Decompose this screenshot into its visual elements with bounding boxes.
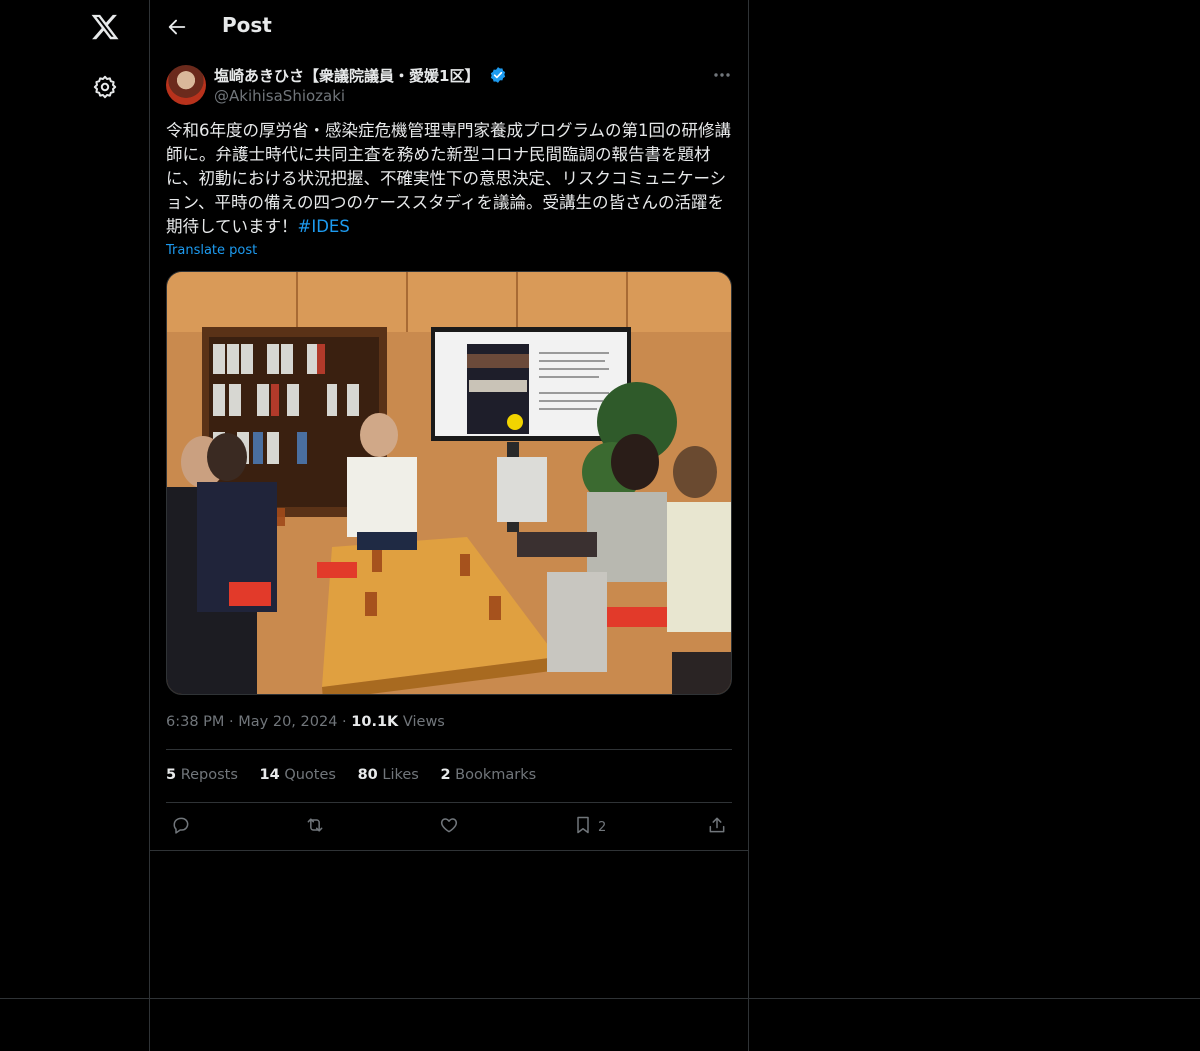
post-text: 令和6年度の厚労省・感染症危機管理専門家養成プログラムの第1回の研修講師に。弁護… <box>166 119 732 239</box>
bookmark-count: 2 <box>598 820 607 835</box>
like-icon <box>440 818 458 833</box>
main-column-right-border <box>748 0 749 1051</box>
post-image[interactable] <box>166 271 732 695</box>
page-title: Post <box>222 13 272 37</box>
reply-button[interactable] <box>171 815 191 837</box>
footer-divider <box>0 998 1200 999</box>
reposts-stat[interactable]: 5 Reposts <box>166 767 238 783</box>
meeting-room-photo <box>167 272 731 694</box>
actions-bottom-divider <box>149 850 749 851</box>
bookmark-icon <box>577 816 589 834</box>
bookmark-button[interactable] <box>573 815 593 837</box>
more-icon[interactable] <box>710 66 734 84</box>
author-name-text: 塩崎あきひさ【衆議院議員・愛媛1区】 <box>214 67 480 85</box>
meta-separator: · <box>342 714 347 730</box>
post-meta: 6:38 PM · May 20, 2024 · 10.1K Views <box>166 714 445 730</box>
views-count: 10.1K <box>351 714 399 730</box>
engagement-stats: 5 Reposts 14 Quotes 80 Likes 2 Bookmarks <box>166 767 553 783</box>
hashtag-link[interactable]: #IDES <box>298 217 350 236</box>
avatar[interactable] <box>166 65 206 105</box>
repost-button[interactable] <box>305 815 325 837</box>
post-date[interactable]: May 20, 2024 <box>238 714 337 730</box>
quotes-stat[interactable]: 14 Quotes <box>260 767 336 783</box>
like-button[interactable] <box>439 815 459 837</box>
x-logo-icon[interactable] <box>90 12 120 42</box>
actions-top-divider <box>166 802 732 803</box>
verified-badge-icon[interactable] <box>489 66 507 84</box>
back-arrow-icon[interactable] <box>166 16 188 38</box>
reply-icon <box>173 817 189 834</box>
share-icon <box>709 817 725 833</box>
gear-icon[interactable] <box>93 75 117 99</box>
stats-top-divider <box>166 749 732 750</box>
author-handle[interactable]: @AkihisaShiozaki <box>214 87 345 105</box>
post-time[interactable]: 6:38 PM <box>166 714 224 730</box>
author-name[interactable]: 塩崎あきひさ【衆議院議員・愛媛1区】 <box>214 65 507 86</box>
share-button[interactable] <box>707 815 727 837</box>
likes-stat[interactable]: 80 Likes <box>358 767 419 783</box>
repost-icon <box>307 818 323 832</box>
meta-separator: · <box>229 714 234 730</box>
translate-post-link[interactable]: Translate post <box>166 243 257 258</box>
views-label: Views <box>402 714 445 730</box>
sidebar <box>0 0 149 998</box>
sidebar-divider <box>149 0 150 1051</box>
bookmarks-stat[interactable]: 2 Bookmarks <box>440 767 536 783</box>
post-body: 令和6年度の厚労省・感染症危機管理専門家養成プログラムの第1回の研修講師に。弁護… <box>166 121 732 236</box>
